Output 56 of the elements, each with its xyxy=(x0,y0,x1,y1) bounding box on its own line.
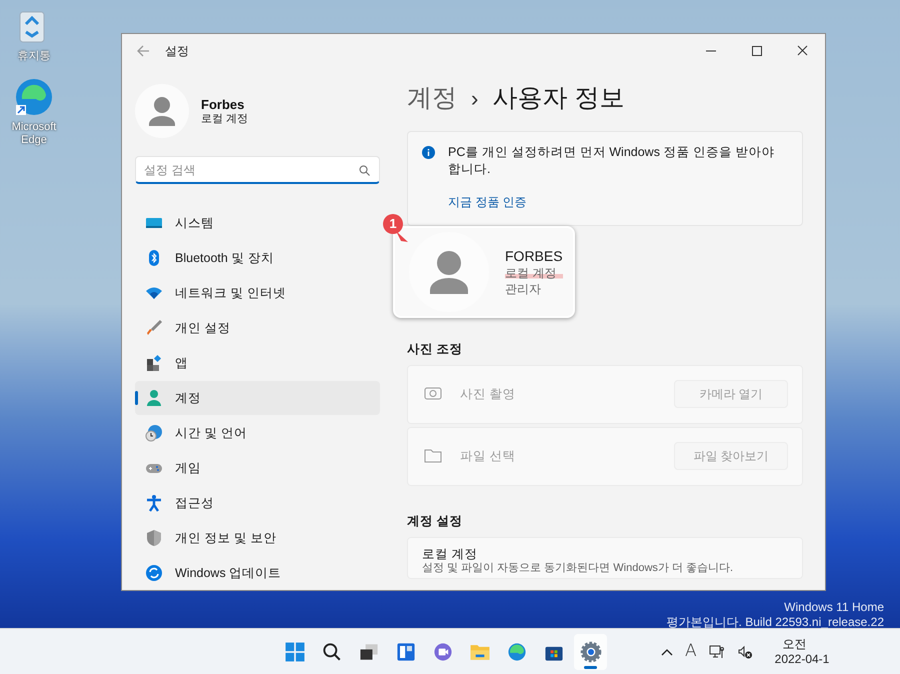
activate-link[interactable]: 지금 정품 인증 xyxy=(448,193,527,211)
selection-indicator xyxy=(135,391,138,405)
gear-icon xyxy=(578,640,602,664)
back-arrow-icon xyxy=(136,44,150,58)
nav-item[interactable]: 개인 정보 및 보안 xyxy=(135,521,380,555)
folder-icon xyxy=(424,447,442,466)
notice-text: PC를 개인 설정하려면 먼저 Windows 정품 인증을 받아야 합니다. xyxy=(448,144,776,178)
edition-text: Windows 11 Home xyxy=(784,600,884,615)
account-type: 로컬 계정 xyxy=(201,112,248,126)
user-name: FORBES xyxy=(505,248,563,264)
avatar-icon xyxy=(135,84,189,138)
section-title: 계정 설정 xyxy=(407,512,464,530)
edition-text: 평가본입니다. Build 22593.ni_release.22 xyxy=(666,615,884,630)
page-title: 사용자 정보 xyxy=(492,83,624,114)
profile-name: Forbes xyxy=(201,96,246,112)
info-icon xyxy=(422,146,435,159)
section-title: 사진 조정 xyxy=(407,341,464,358)
row-label: 파일 선택 xyxy=(460,448,516,465)
nav-item[interactable]: Bluetooth 및 장치 xyxy=(135,241,380,275)
user-role: 관리자 xyxy=(505,280,542,296)
apps-icon xyxy=(145,354,163,372)
network-icon xyxy=(708,644,725,660)
close-icon xyxy=(796,45,808,57)
nav-item[interactable]: Windows 업데이트 xyxy=(135,556,380,590)
start-icon xyxy=(282,640,306,664)
nav-item[interactable]: 네트워크 및 인터넷 xyxy=(135,276,380,310)
nav-item[interactable]: 시간 및 언어 xyxy=(135,416,380,450)
nav-item[interactable]: 개인 설정 xyxy=(135,311,380,345)
row-label: 로컬 계정 xyxy=(422,546,478,562)
brush-icon xyxy=(145,319,163,337)
breadcrumb-separator: › xyxy=(471,85,478,113)
input-indicator[interactable]: A xyxy=(685,638,697,664)
search-icon xyxy=(359,165,370,176)
muted-speaker-icon xyxy=(736,644,753,660)
shield-icon xyxy=(145,529,163,547)
accessibility-icon xyxy=(145,494,163,512)
chevron-up-icon xyxy=(661,648,673,656)
window-title: 설정 xyxy=(165,43,189,60)
row-label: 사진 촬영 xyxy=(460,386,516,403)
clock-date[interactable]: 2022-04-1 xyxy=(774,652,830,666)
maximize-icon xyxy=(750,45,762,57)
breadcrumb-parent[interactable]: 계정 xyxy=(407,82,457,114)
pointer-arrow-icon xyxy=(395,230,409,244)
row-description: 설정 및 파일이 자동으로 동기화된다면 Windows가 더 좋습니다. xyxy=(422,562,734,574)
nav-item[interactable]: 접근성 xyxy=(135,486,380,520)
sync-icon xyxy=(145,564,163,582)
nav-item[interactable]: 게임 xyxy=(135,451,380,485)
globe-clock-icon xyxy=(145,424,163,442)
active-indicator xyxy=(584,666,597,668)
nav-item[interactable]: 앱 xyxy=(135,346,380,380)
nav-item[interactable]: 계정 xyxy=(135,381,380,415)
person-icon xyxy=(145,389,163,407)
clock-time[interactable]: 오전 xyxy=(782,636,807,652)
browser-icon xyxy=(14,77,54,117)
nav-item[interactable]: 시스템 xyxy=(135,206,380,240)
search-field[interactable]: 설정 검색 xyxy=(135,156,380,184)
